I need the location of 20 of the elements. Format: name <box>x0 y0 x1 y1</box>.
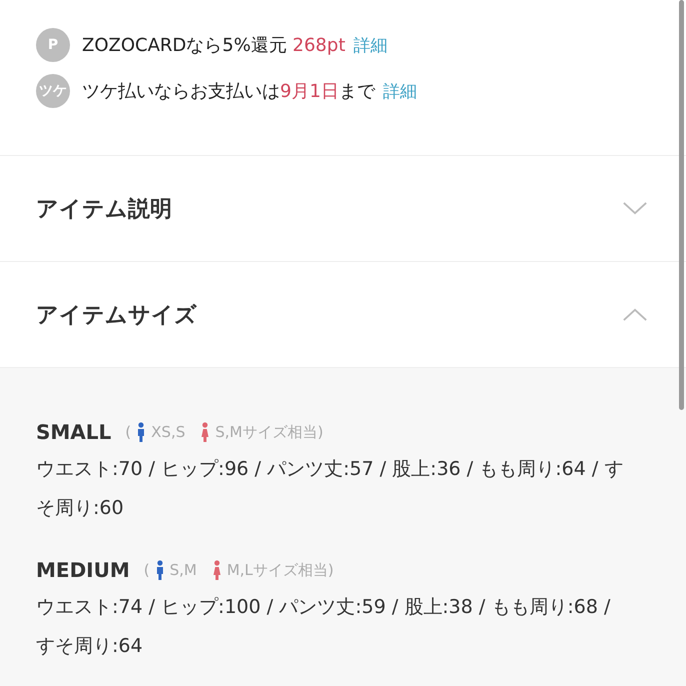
size-equivalent: M,Lサイズ相当) <box>226 560 334 580</box>
size-equivalent: S,Mサイズ相当) <box>215 422 324 442</box>
woman-icon <box>212 560 221 580</box>
size-equivalent: S,M <box>170 561 197 579</box>
size-name: MEDIUM <box>36 558 130 582</box>
info-text: ツケ払いならお支払いは9月1日 まで <box>82 80 375 103</box>
size-name: SMALL <box>36 420 112 444</box>
paren: ( <box>125 423 132 441</box>
badge-icon: ツケ <box>36 74 70 108</box>
woman-icon <box>201 422 210 442</box>
section-title: アイテム説明 <box>36 196 172 224</box>
size-equivalent: XS,S <box>151 423 186 441</box>
measurements-text: ウエスト:70 / ヒップ:96 / パンツ丈:57 / 股上:36 / もも周り:64 / すそ周り:60 <box>36 457 624 521</box>
man-icon <box>137 422 146 442</box>
measurements-text: ウエスト:74 / ヒップ:100 / パンツ丈:59 / 股上:38 / もも周り:68 / すそ周り:64 <box>36 595 612 659</box>
info-text: ZOZOCARDなら5%還元 268pt <box>82 34 346 57</box>
section-title: アイテムサイズ <box>36 302 197 330</box>
man-icon <box>156 560 164 580</box>
badge-icon: P <box>36 28 70 62</box>
paren: ( <box>144 561 150 579</box>
